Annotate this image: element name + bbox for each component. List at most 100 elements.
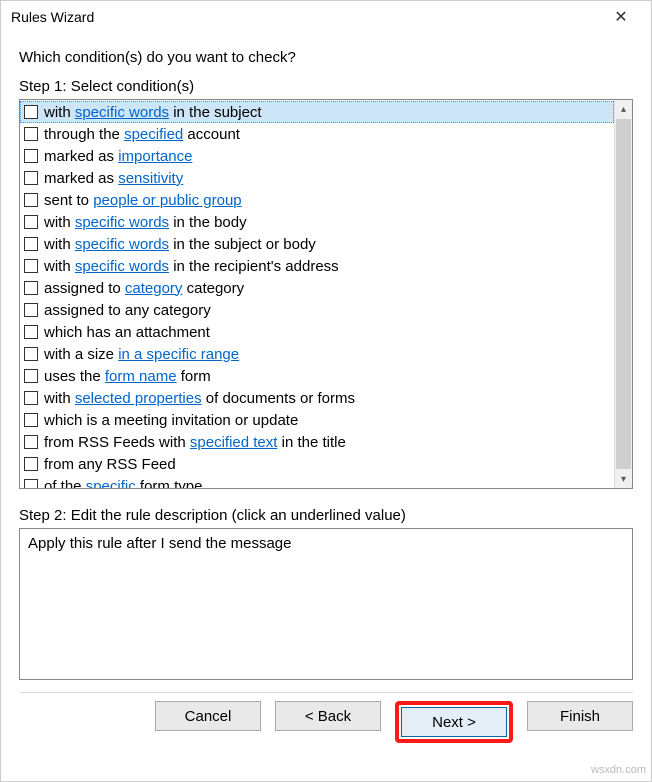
scrollbar[interactable]: ▴ ▾ bbox=[614, 100, 632, 488]
condition-link[interactable]: specific words bbox=[75, 258, 169, 275]
condition-post: in the title bbox=[277, 434, 345, 451]
condition-checkbox[interactable] bbox=[24, 215, 38, 229]
condition-pre: with bbox=[44, 390, 75, 407]
condition-pre: through the bbox=[44, 126, 124, 143]
condition-checkbox[interactable] bbox=[24, 171, 38, 185]
condition-link[interactable]: specific bbox=[86, 478, 136, 489]
condition-checkbox[interactable] bbox=[24, 369, 38, 383]
condition-checkbox[interactable] bbox=[24, 391, 38, 405]
condition-text: with specific words in the recipient's a… bbox=[44, 258, 339, 275]
condition-link[interactable]: specified text bbox=[190, 434, 278, 451]
condition-post: form type bbox=[136, 478, 203, 489]
condition-row[interactable]: uses the form name form bbox=[20, 365, 614, 387]
condition-pre: from RSS Feeds with bbox=[44, 434, 190, 451]
dialog-content: Which condition(s) do you want to check?… bbox=[1, 33, 651, 781]
condition-row[interactable]: from RSS Feeds with specified text in th… bbox=[20, 431, 614, 453]
condition-text: from RSS Feeds with specified text in th… bbox=[44, 434, 346, 451]
condition-row[interactable]: of the specific form type bbox=[20, 475, 614, 488]
condition-pre: with bbox=[44, 104, 75, 121]
condition-checkbox[interactable] bbox=[24, 193, 38, 207]
condition-checkbox[interactable] bbox=[24, 237, 38, 251]
condition-pre: sent to bbox=[44, 192, 93, 209]
condition-link[interactable]: category bbox=[125, 280, 183, 297]
condition-row[interactable]: assigned to category category bbox=[20, 277, 614, 299]
watermark: wsxdn.com bbox=[591, 764, 646, 776]
condition-row[interactable]: with specific words in the subject or bo… bbox=[20, 233, 614, 255]
condition-pre: with bbox=[44, 214, 75, 231]
condition-row[interactable]: with specific words in the recipient's a… bbox=[20, 255, 614, 277]
condition-text: from any RSS Feed bbox=[44, 456, 176, 473]
condition-row[interactable]: marked as sensitivity bbox=[20, 167, 614, 189]
window-title: Rules Wizard bbox=[11, 9, 94, 25]
condition-pre: with a size bbox=[44, 346, 118, 363]
condition-link[interactable]: specific words bbox=[75, 236, 169, 253]
condition-link[interactable]: form name bbox=[105, 368, 177, 385]
condition-link[interactable]: people or public group bbox=[93, 192, 241, 209]
condition-text: of the specific form type bbox=[44, 478, 202, 489]
condition-text: with a size in a specific range bbox=[44, 346, 239, 363]
condition-pre: which is a meeting invitation or update bbox=[44, 412, 298, 429]
cancel-button[interactable]: Cancel bbox=[155, 701, 261, 731]
condition-checkbox[interactable] bbox=[24, 105, 38, 119]
condition-link[interactable]: specific words bbox=[75, 104, 169, 121]
condition-text: uses the form name form bbox=[44, 368, 211, 385]
condition-pre: uses the bbox=[44, 368, 105, 385]
condition-row[interactable]: assigned to any category bbox=[20, 299, 614, 321]
condition-link[interactable]: specified bbox=[124, 126, 183, 143]
rule-description-box[interactable]: Apply this rule after I send the message bbox=[19, 528, 633, 680]
condition-row[interactable]: with specific words in the subject bbox=[20, 101, 614, 123]
close-icon[interactable]: ✕ bbox=[601, 7, 641, 27]
next-highlight: Next > bbox=[395, 701, 513, 743]
condition-row[interactable]: with a size in a specific range bbox=[20, 343, 614, 365]
condition-link[interactable]: importance bbox=[118, 148, 192, 165]
condition-row[interactable]: from any RSS Feed bbox=[20, 453, 614, 475]
condition-text: assigned to category category bbox=[44, 280, 244, 297]
condition-checkbox[interactable] bbox=[24, 347, 38, 361]
condition-text: assigned to any category bbox=[44, 302, 211, 319]
condition-text: through the specified account bbox=[44, 126, 240, 143]
back-button[interactable]: < Back bbox=[275, 701, 381, 731]
condition-pre: assigned to any category bbox=[44, 302, 211, 319]
condition-checkbox[interactable] bbox=[24, 281, 38, 295]
condition-checkbox[interactable] bbox=[24, 413, 38, 427]
condition-link[interactable]: selected properties bbox=[75, 390, 202, 407]
condition-post: in the recipient's address bbox=[169, 258, 339, 275]
condition-post: category bbox=[182, 280, 244, 297]
condition-row[interactable]: marked as importance bbox=[20, 145, 614, 167]
prompt-text: Which condition(s) do you want to check? bbox=[19, 49, 633, 66]
condition-text: which is a meeting invitation or update bbox=[44, 412, 298, 429]
condition-post: in the body bbox=[169, 214, 247, 231]
condition-checkbox[interactable] bbox=[24, 435, 38, 449]
button-bar: Cancel < Back Next > Finish bbox=[19, 701, 633, 747]
condition-checkbox[interactable] bbox=[24, 149, 38, 163]
condition-row[interactable]: through the specified account bbox=[20, 123, 614, 145]
condition-row[interactable]: which is a meeting invitation or update bbox=[20, 409, 614, 431]
condition-pre: with bbox=[44, 236, 75, 253]
condition-checkbox[interactable] bbox=[24, 457, 38, 471]
rule-description-text: Apply this rule after I send the message bbox=[28, 535, 291, 552]
condition-checkbox[interactable] bbox=[24, 127, 38, 141]
condition-checkbox[interactable] bbox=[24, 479, 38, 488]
condition-checkbox[interactable] bbox=[24, 259, 38, 273]
condition-checkbox[interactable] bbox=[24, 325, 38, 339]
condition-post: account bbox=[183, 126, 240, 143]
condition-link[interactable]: sensitivity bbox=[118, 170, 183, 187]
finish-button[interactable]: Finish bbox=[527, 701, 633, 731]
condition-pre: of the bbox=[44, 478, 86, 489]
scroll-down-icon[interactable]: ▾ bbox=[615, 470, 633, 488]
condition-row[interactable]: which has an attachment bbox=[20, 321, 614, 343]
condition-pre: with bbox=[44, 258, 75, 275]
condition-text: with selected properties of documents or… bbox=[44, 390, 355, 407]
separator bbox=[19, 692, 633, 693]
condition-link[interactable]: specific words bbox=[75, 214, 169, 231]
scroll-thumb[interactable] bbox=[616, 119, 631, 469]
condition-link[interactable]: in a specific range bbox=[118, 346, 239, 363]
condition-row[interactable]: sent to people or public group bbox=[20, 189, 614, 211]
scroll-up-icon[interactable]: ▴ bbox=[615, 100, 633, 118]
conditions-list: with specific words in the subject throug… bbox=[19, 99, 633, 489]
condition-row[interactable]: with selected properties of documents or… bbox=[20, 387, 614, 409]
next-button[interactable]: Next > bbox=[401, 707, 507, 737]
condition-checkbox[interactable] bbox=[24, 303, 38, 317]
rules-wizard-dialog: Rules Wizard ✕ Which condition(s) do you… bbox=[0, 0, 652, 782]
condition-row[interactable]: with specific words in the body bbox=[20, 211, 614, 233]
